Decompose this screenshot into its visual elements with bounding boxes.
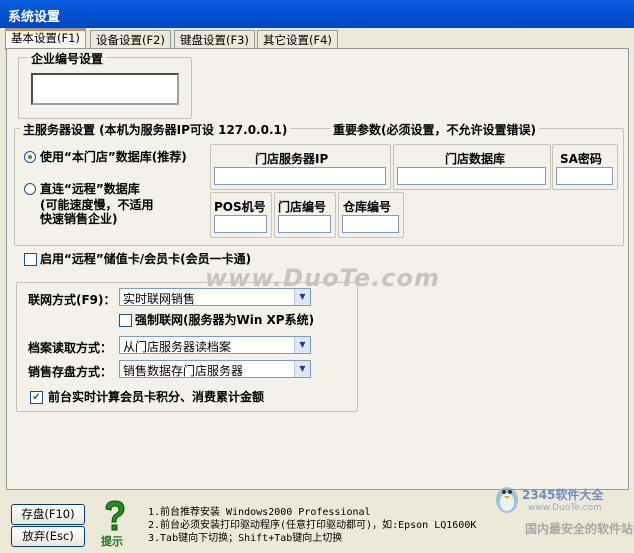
hint-label: 提示: [101, 535, 123, 548]
network-mode-label: 联网方式(F9)：: [28, 293, 116, 307]
enterprise-code-input[interactable]: [31, 73, 179, 105]
store-no-label: 门店编号: [278, 200, 327, 214]
store-server-ip-label: 门店服务器IP: [255, 152, 329, 166]
watermark-tagline: 国内最安全的软件站: [525, 522, 634, 536]
important-params-note: 重要参数(必须设置，不允许设置错误): [330, 121, 539, 138]
tab-keyboard-settings[interactable]: 键盘设置(F3): [174, 30, 255, 49]
pos-no-label: POS机号: [214, 200, 266, 214]
help-question-icon: [100, 499, 130, 533]
help-question-icon-svg: [105, 500, 125, 531]
cancel-button[interactable]: 放弃(Esc): [11, 526, 85, 547]
penguin-logo-svg: [496, 487, 518, 513]
force-network-label: 强制联网(服务器为Win XP系统): [135, 313, 315, 327]
store-db-label: 门店数据库: [445, 152, 506, 166]
watermark-url: www.DuoTe.com: [528, 503, 602, 513]
save-button[interactable]: 存盘(F10): [11, 504, 85, 525]
sales-storage-select[interactable]: 销售数据存门店服务器 ▼: [119, 360, 311, 378]
remote-db-note-line2: 快速销售企业): [40, 212, 118, 226]
tab-device-settings[interactable]: 设备设置(F2): [90, 30, 171, 49]
chevron-down-icon[interactable]: ▼: [294, 361, 310, 377]
force-network-checkbox[interactable]: [119, 314, 132, 327]
radio-remote-db-label: 直连“远程”数据库: [40, 182, 140, 196]
radio-local-db-label: 使用“本门店”数据库(推荐): [40, 150, 187, 164]
radio-remote-db[interactable]: [24, 183, 36, 195]
watermark-brand: 2345软件大全: [522, 488, 604, 502]
pos-no-input[interactable]: [214, 215, 267, 233]
archive-read-label: 档案读取方式：: [28, 341, 113, 355]
warehouse-no-input[interactable]: [342, 215, 399, 233]
sales-storage-value: 销售数据存门店服务器: [123, 364, 244, 378]
realtime-member-points-checkbox[interactable]: ✔: [30, 391, 43, 404]
network-mode-value: 实时联网销售: [123, 292, 196, 306]
store-server-ip-input[interactable]: [214, 167, 386, 185]
tip-line-3: 3.Tab键向下切换；Shift+Tab键向上切换: [148, 533, 343, 544]
sales-storage-label: 销售存盘方式：: [28, 365, 113, 379]
warehouse-no-label: 仓库编号: [343, 200, 392, 214]
realtime-member-points-label: 前台实时计算会员卡积分、消费累计金额: [48, 390, 265, 404]
tab-other-settings[interactable]: 其它设置(F4): [257, 30, 338, 49]
tab-basic-settings[interactable]: 基本设置(F1): [5, 28, 86, 50]
enterprise-code-group-title: 企业编号设置: [28, 50, 107, 67]
sa-password-label: SA密码: [560, 152, 602, 166]
store-db-input[interactable]: [397, 167, 546, 185]
archive-read-select[interactable]: 从门店服务器读档案 ▼: [119, 336, 311, 354]
title-bar[interactable]: 系统设置: [0, 0, 634, 28]
penguin-logo-icon: [492, 480, 522, 514]
remote-card-checkbox[interactable]: [24, 253, 37, 266]
chevron-down-icon[interactable]: ▼: [294, 337, 310, 353]
archive-read-value: 从门店服务器读档案: [123, 340, 232, 354]
sa-password-input[interactable]: [556, 167, 613, 185]
radio-local-db[interactable]: [24, 151, 36, 163]
main-server-group-title: 主服务器设置 (本机为服务器IP可设 127.0.0.1): [20, 121, 291, 138]
store-no-input[interactable]: [278, 215, 331, 233]
network-mode-select[interactable]: 实时联网销售 ▼: [119, 288, 311, 306]
chevron-down-icon[interactable]: ▼: [294, 289, 310, 305]
radio-selected-dot: [28, 155, 32, 159]
window-title: 系统设置: [8, 10, 61, 25]
